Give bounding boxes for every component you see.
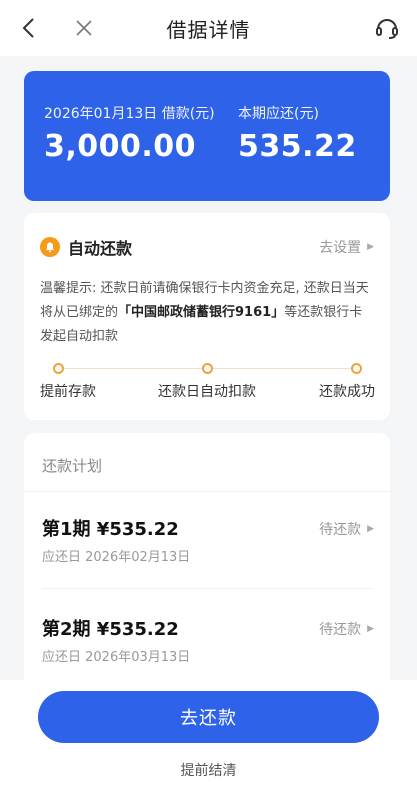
bottom-action-bar: 去还款 提前结清 — [0, 680, 417, 796]
auto-repay-title: 自动还款 — [68, 239, 133, 258]
close-icon[interactable] — [70, 14, 98, 42]
top-nav: 借据详情 — [0, 0, 417, 56]
installment-1-date: 应还日 2026年02月13日 — [42, 550, 191, 565]
settings-link-label: 去设置 — [319, 240, 362, 256]
divider — [24, 491, 390, 492]
step-label-3: 还款成功 — [319, 384, 375, 400]
triangle-right-icon: ▶ — [367, 524, 374, 534]
tip-bank-card: 「中国邮政储蓄银行9161」 — [118, 305, 285, 320]
step-label-2: 还款日自动扣款 — [158, 384, 256, 400]
step-dot-2 — [202, 363, 213, 374]
installment-2-title: 第2期 ¥535.22 — [42, 619, 179, 640]
auto-repay-card: 自动还款 去设置 ▶ 温馨提示: 还款日前请确保银行卡内资金充足, 还款日当天将… — [24, 213, 390, 420]
auto-repay-steps: 提前存款 还款日自动扣款 还款成功 — [40, 363, 375, 413]
installment-2-status-label: 待还款 — [319, 622, 362, 638]
due-amount-label: 本期应还(元) — [238, 106, 319, 122]
divider — [42, 588, 372, 589]
triangle-right-icon: ▶ — [367, 624, 374, 634]
repayment-plan-card: 还款计划 第1期 ¥535.22 应还日 2026年02月13日 待还款 ▶ 第… — [24, 433, 390, 693]
installment-1-status[interactable]: 待还款 ▶ — [319, 519, 374, 539]
due-amount: 535.22 — [238, 129, 357, 164]
loan-amount: 3,000.00 — [44, 129, 197, 164]
bell-icon — [40, 237, 60, 257]
customer-service-icon[interactable] — [373, 14, 401, 42]
early-settlement-link[interactable]: 提前结清 — [0, 760, 417, 780]
auto-repay-header: 自动还款 — [40, 235, 132, 259]
auto-repay-tip: 温馨提示: 还款日前请确保银行卡内资金充足, 还款日当天将从已绑定的「中国邮政储… — [40, 277, 375, 349]
pay-button[interactable]: 去还款 — [38, 691, 379, 743]
step-dot-1 — [53, 363, 64, 374]
installment-1-status-label: 待还款 — [319, 522, 362, 538]
back-icon[interactable] — [16, 14, 44, 42]
settings-link[interactable]: 去设置 ▶ — [319, 237, 374, 257]
step-dot-3 — [351, 363, 362, 374]
page-title: 借据详情 — [166, 17, 251, 42]
repayment-plan-title: 还款计划 — [42, 457, 103, 475]
loan-summary-card: 2026年01月13日 借款(元) 3,000.00 本期应还(元) 535.2… — [24, 71, 390, 201]
installment-1-title: 第1期 ¥535.22 — [42, 519, 179, 540]
installment-2-status[interactable]: 待还款 ▶ — [319, 619, 374, 639]
step-label-1: 提前存款 — [40, 384, 96, 400]
loan-date-label: 2026年01月13日 借款(元) — [44, 106, 215, 122]
triangle-right-icon: ▶ — [367, 242, 374, 252]
installment-2-date: 应还日 2026年03月13日 — [42, 650, 191, 665]
